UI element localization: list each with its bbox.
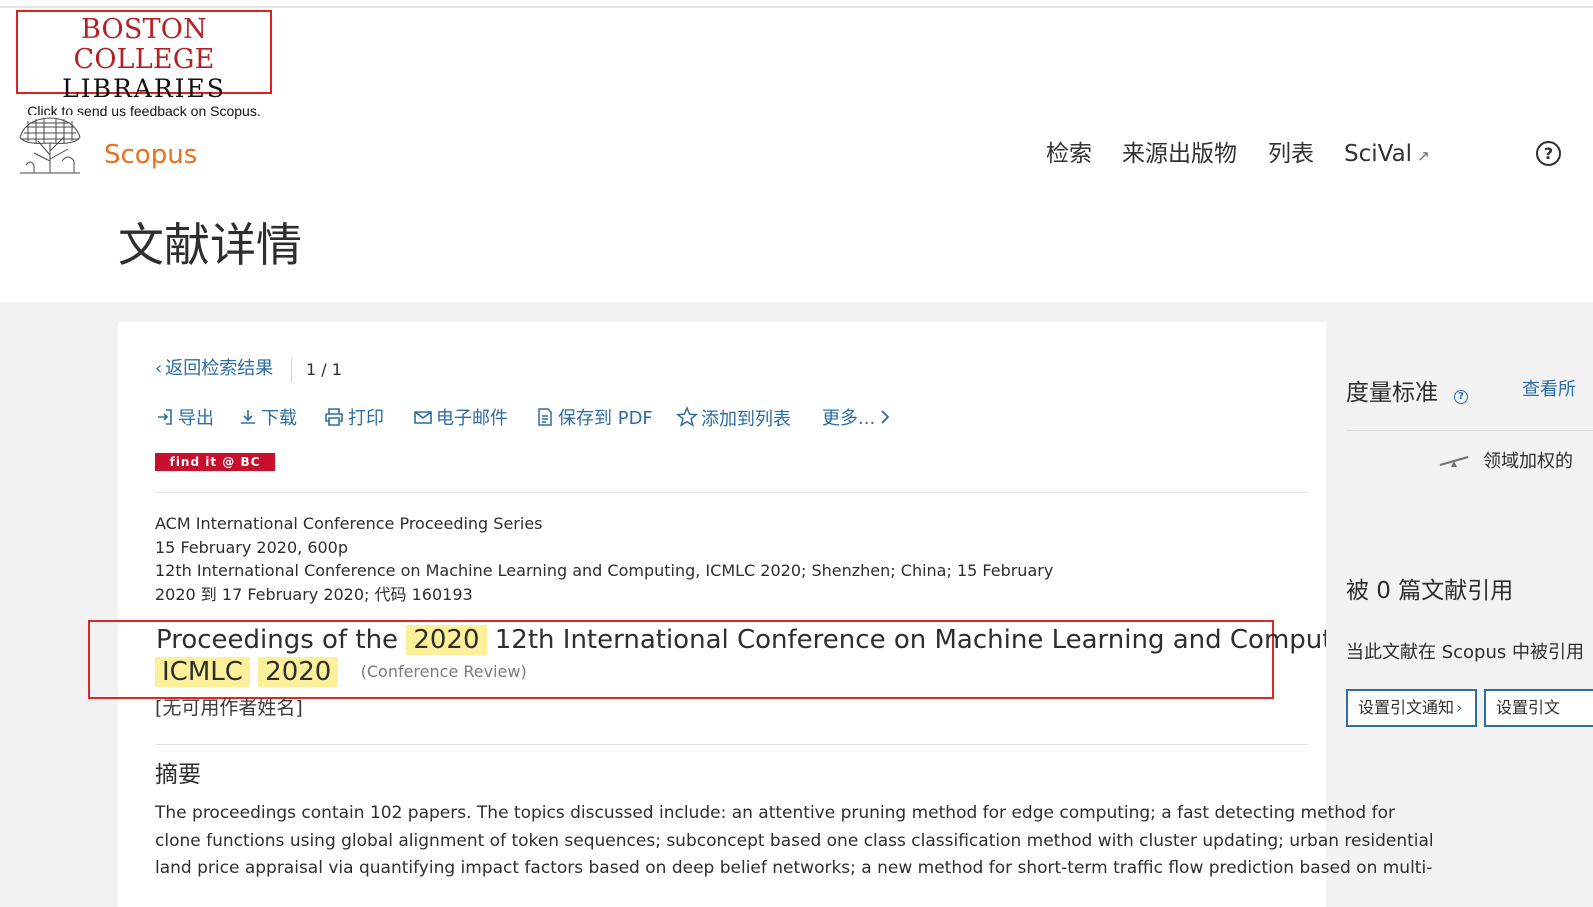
abstract-line: land price appraisal via quantifying imp…	[155, 858, 1433, 878]
cited-by-panel: 被 0 篇文献引用 当此文献在 Scopus 中被引用 设置引文通知 › 设置引文	[1326, 556, 1593, 752]
external-link-icon: ↗	[1417, 147, 1430, 165]
download-label: 下载	[261, 408, 297, 429]
print-icon	[325, 408, 343, 426]
help-icon[interactable]: ?	[1536, 141, 1561, 166]
metrics-panel: 度量标准 ? 查看所 领域加权的	[1326, 358, 1593, 532]
export-icon	[158, 409, 172, 425]
nav-scival[interactable]: SciVal ↗	[1344, 137, 1430, 171]
abstract-line: clone functions using global alignment o…	[155, 831, 1434, 851]
elsevier-tree-logo-icon[interactable]	[16, 115, 84, 175]
nav-sources[interactable]: 来源出版物	[1122, 137, 1237, 171]
library-feedback-banner[interactable]: BOSTON COLLEGE LIBRARIES Click to send u…	[16, 10, 272, 119]
metrics-divider	[1346, 430, 1593, 431]
divider-top	[155, 492, 1308, 493]
download-icon	[241, 410, 255, 424]
document-title-line2: ICMLC 2020 (Conference Review)	[155, 656, 527, 688]
source-conference-dates: 2020 到 17 February 2020; 代码 160193	[155, 585, 473, 604]
back-to-results-label: 返回检索结果	[165, 358, 274, 379]
info-icon[interactable]: ?	[1454, 390, 1468, 404]
abstract-line: The proceedings contain 102 papers. The …	[155, 803, 1395, 823]
more-actions-button[interactable]: 更多...	[822, 406, 891, 432]
fwci-gauge-icon	[1439, 456, 1469, 467]
fwci-label: 领域加权的	[1483, 451, 1573, 472]
set-citation-alert-label: 设置引文通知	[1358, 698, 1455, 717]
authors-unavailable: [无可用作者姓名]	[155, 697, 303, 719]
add-to-list-label: 添加到列表	[701, 409, 791, 430]
print-label: 打印	[348, 408, 384, 429]
set-citation-feed-button[interactable]: 设置引文	[1484, 689, 1593, 727]
chevron-left-icon: ‹	[155, 358, 163, 379]
title-text-part2: 12th International Conference on Machine…	[494, 625, 1381, 655]
page-title: 文献详情	[118, 218, 302, 272]
document-type: (Conference Review)	[360, 662, 527, 681]
view-all-metrics-link[interactable]: 查看所	[1522, 377, 1576, 403]
source-series: ACM International Conference Proceeding …	[155, 514, 543, 533]
cited-by-title: 被 0 篇文献引用	[1346, 578, 1514, 604]
top-divider	[0, 6, 1593, 8]
citation-alert-text: 当此文献在 Scopus 中被引用	[1346, 642, 1584, 663]
library-name-line1: BOSTON COLLEGE	[73, 14, 215, 75]
title-text-part1: Proceedings of the	[156, 625, 399, 655]
add-to-list-button[interactable]: 添加到列表	[676, 406, 791, 432]
export-label: 导出	[178, 408, 214, 429]
pager-divider	[291, 357, 292, 382]
scopus-logo-text[interactable]: Scopus	[104, 139, 197, 171]
set-citation-alert-button[interactable]: 设置引文通知 ›	[1346, 689, 1477, 727]
email-button[interactable]: 电子邮件	[413, 406, 508, 432]
save-to-pdf-label: 保存到 PDF	[558, 408, 653, 429]
library-name-line2: LIBRARIES	[62, 74, 226, 103]
source-conference: 12th International Conference on Machine…	[155, 561, 1054, 580]
title-highlight-year: 2020	[406, 625, 487, 655]
title-highlight-acronym: ICMLC	[155, 657, 250, 687]
print-button[interactable]: 打印	[323, 406, 384, 432]
find-it-at-bc-button[interactable]: find it @ BC	[155, 453, 275, 471]
email-icon	[414, 411, 432, 424]
scopus-document-page: BOSTON COLLEGE LIBRARIES Click to send u…	[0, 0, 1593, 907]
source-date-pages: 15 February 2020, 600p	[155, 538, 349, 557]
more-label: 更多...	[822, 408, 876, 429]
export-button[interactable]: 导出	[155, 406, 214, 432]
set-citation-feed-label: 设置引文	[1496, 698, 1561, 717]
save-to-pdf-button[interactable]: 保存到 PDF	[535, 406, 653, 432]
document-title-line1: Proceedings of the 2020 12th Internation…	[156, 625, 1381, 656]
chevron-right-icon	[881, 410, 890, 424]
pdf-icon	[538, 408, 552, 426]
title-highlight-year-2: 2020	[258, 657, 339, 687]
result-pager: 1 / 1	[306, 360, 342, 379]
nav-lists[interactable]: 列表	[1268, 137, 1314, 171]
email-label: 电子邮件	[436, 408, 508, 429]
chevron-right-icon: ›	[1456, 698, 1463, 717]
abstract-heading: 摘要	[155, 762, 201, 788]
divider-middle	[155, 744, 1308, 745]
back-to-results-link[interactable]: ‹ 返回检索结果	[155, 357, 273, 381]
metrics-title: 度量标准	[1346, 380, 1438, 406]
nav-scival-label: SciVal	[1344, 141, 1413, 167]
nav-search[interactable]: 检索	[1046, 137, 1092, 171]
star-icon	[676, 406, 698, 427]
download-button[interactable]: 下载	[238, 406, 297, 432]
